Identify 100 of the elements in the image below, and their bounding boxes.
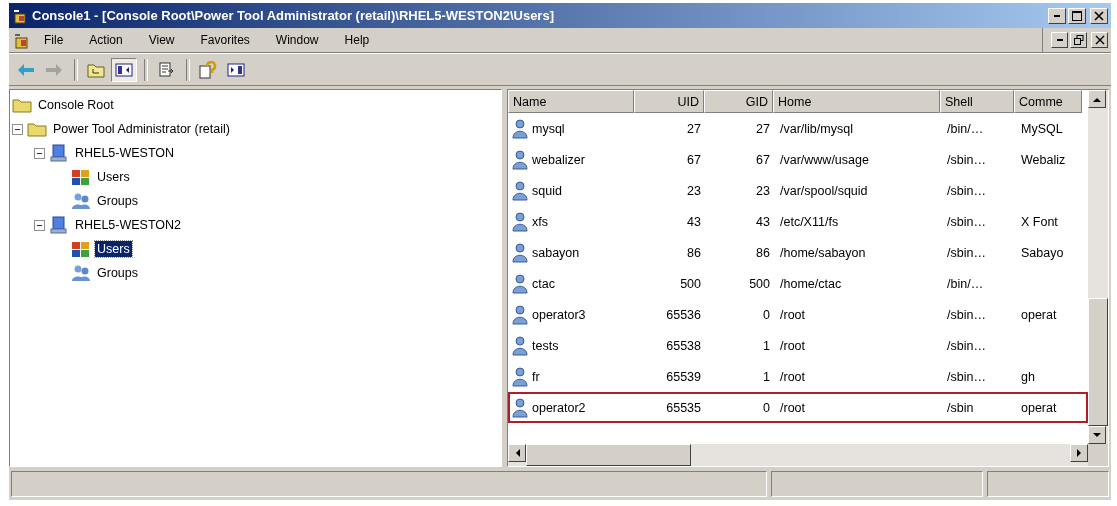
table-cell: operator3 [532,307,586,322]
table-cell: 23 [756,183,770,198]
maximize-button[interactable] [1068,7,1086,24]
vertical-scrollbar[interactable] [1088,90,1108,444]
tree-item[interactable]: Users [95,241,132,257]
restore-button[interactable] [1070,32,1087,48]
tree-item[interactable]: Users [95,169,132,185]
user-icon [512,366,528,387]
table-cell: squid [532,183,562,198]
tree-item[interactable]: RHEL5-WESTON2 [73,217,184,233]
table-cell: mysql [532,121,565,136]
window-title: Console1 - [Console Root\Power Tool Administrator (retail)\RHEL5-WESTON2\Users] [32,8,555,23]
table-cell: 27 [687,121,701,136]
table-cell: /home/sabayon [780,245,866,260]
user-icon [512,335,528,356]
user-icon [512,397,528,418]
table-cell: 0 [763,307,770,322]
table-cell: operator2 [532,400,586,415]
users-icon [71,240,91,258]
column-header[interactable]: Shell [940,90,1014,113]
table-cell: /root [780,400,805,415]
table-cell: /var/lib/mysql [780,121,853,136]
menu-item[interactable]: View [139,31,184,49]
table-cell: /sbin [947,400,974,415]
folder-icon [27,121,47,137]
back-arrow-icon [17,62,35,77]
column-header[interactable]: GID [704,90,773,113]
menu-item[interactable]: Favorites [191,31,259,49]
tree-item[interactable]: Groups [95,265,140,281]
table-cell: /sbin… [947,338,986,353]
minimize-icon [1056,39,1063,41]
menu-item[interactable]: Help [335,31,379,49]
scroll-thumb[interactable] [1088,297,1108,426]
restore-icon [1073,35,1084,45]
table-cell: 500 [680,276,701,291]
forward-arrow-icon [45,62,63,77]
table-cell: /root [780,338,805,353]
left-arrow-icon [514,449,520,457]
tree-item[interactable]: Groups [95,193,140,209]
toolbar-button[interactable] [111,57,137,82]
table-cell: /sbin… [947,214,986,229]
table-cell: /sbin… [947,152,986,167]
table-cell: operat [1021,400,1057,415]
column-header[interactable]: Name [508,90,634,113]
scroll-thumb[interactable] [526,444,691,466]
folder-up-icon [87,61,105,78]
table-cell: operat [1021,307,1057,322]
horizontal-scrollbar[interactable] [508,444,1088,466]
minimize-icon [1054,14,1060,17]
scroll-right-button[interactable] [1070,444,1088,462]
down-arrow-icon [1093,432,1101,438]
table-cell: /home/ctac [780,276,842,291]
console-app-icon [12,7,28,24]
scroll-down-button[interactable] [1088,426,1106,444]
table-cell: 65536 [666,307,701,322]
table-cell: 43 [756,214,770,229]
collapse-toggle[interactable] [34,219,45,231]
table-cell: webalizer [532,152,585,167]
right-arrow-icon [1076,449,1082,457]
close-button[interactable] [1091,32,1108,48]
user-icon [512,273,528,294]
close-button[interactable] [1090,7,1108,24]
users-icon [71,168,91,186]
help-icon [199,60,217,79]
tree-item[interactable]: Console Root [36,97,116,113]
table-cell: 500 [749,276,770,291]
table-cell: 86 [756,245,770,260]
table-cell: Sabayo [1021,245,1064,260]
user-icon [512,118,528,139]
table-cell: /sbin… [947,307,986,322]
column-header[interactable]: Comme [1014,90,1082,113]
tree-item[interactable]: Power Tool Administrator (retail) [51,121,232,137]
table-cell: tests [532,338,559,353]
scroll-left-button[interactable] [508,444,526,462]
table-cell: 67 [687,152,701,167]
table-cell: gh [1021,369,1035,384]
scroll-up-button[interactable] [1088,90,1106,108]
table-cell: ctac [532,276,555,291]
action-pane-icon [227,62,245,77]
table-cell: /sbin… [947,369,986,384]
user-icon [512,211,528,232]
minimize-button[interactable] [1048,7,1066,24]
computer-icon [49,216,69,234]
tree-item[interactable]: RHEL5-WESTON [73,145,177,161]
column-header[interactable]: UID [634,90,704,113]
export-list-icon [158,61,174,78]
menu-item[interactable]: File [35,31,73,49]
collapse-toggle[interactable] [12,123,23,135]
minimize-button[interactable] [1051,32,1068,48]
table-cell: 27 [756,121,770,136]
pane-toggle-icon [115,62,133,77]
table-cell: /var/spool/squid [780,183,868,198]
user-icon [512,180,528,201]
collapse-toggle[interactable] [34,147,45,159]
table-cell: /root [780,369,805,384]
menu-item[interactable]: Window [266,31,328,49]
menu-item[interactable]: Action [80,31,132,49]
group-icon [71,264,91,282]
column-header[interactable]: Home [773,90,940,113]
close-icon [1094,10,1104,21]
